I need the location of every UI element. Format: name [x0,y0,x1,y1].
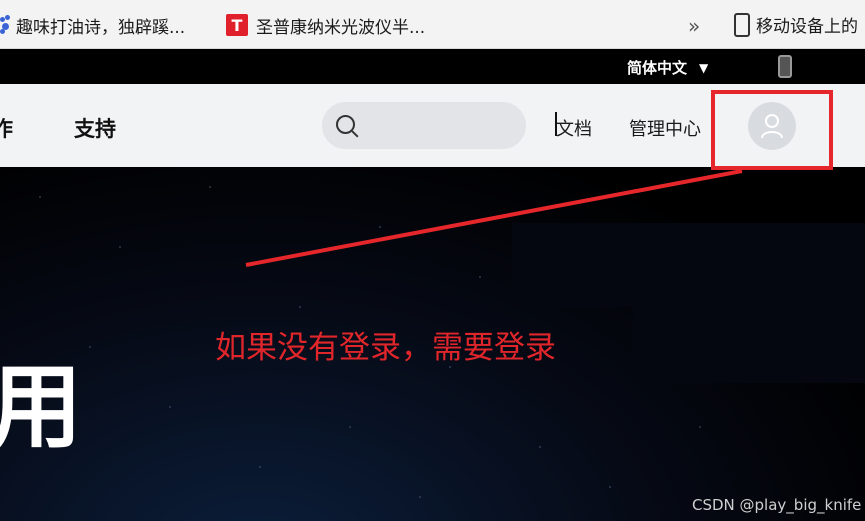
bookmark-item-2[interactable]: T 圣普康纳米光波仪半... [226,12,425,38]
top-bar: 简体中文 ▼ [0,49,865,84]
nav-item-support[interactable]: 支持 [74,113,116,143]
mobile-bookmarks-label: 移动设备上的 [756,17,858,37]
caret-down-icon: ▼ [699,60,709,75]
more-bookmarks-chevron-icon[interactable]: » [688,14,700,38]
mobile-bookmarks-button[interactable]: 移动设备上的 [734,12,858,37]
annotation-highlight-box [711,90,833,170]
t-logo-icon: T [226,14,248,36]
hero-panel [633,307,865,383]
mobile-icon[interactable] [778,55,792,78]
bookmark-label: 趣味打油诗，独辟蹊... [16,17,186,38]
search-input[interactable] [322,102,526,149]
bookmark-item-1[interactable]: 趣味打油诗，独辟蹊... [0,12,185,38]
nav-item-partial[interactable]: 作 [0,113,13,143]
bookmarks-bar: 趣味打油诗，独辟蹊... T 圣普康纳米光波仪半... » 移动设备上的 [0,0,865,49]
phone-icon [734,12,750,37]
nav-item-docs[interactable]: 文档 [556,115,592,141]
language-selector[interactable]: 简体中文 ▼ [627,57,708,78]
search-icon [336,115,355,134]
nav-item-management[interactable]: 管理中心 [629,115,701,141]
language-label: 简体中文 [627,59,688,77]
bookmark-label: 圣普康纳米光波仪半... [256,17,426,38]
hero-panel [512,223,865,307]
watermark: CSDN @play_big_knife [692,496,862,514]
hero-title: 用 [0,354,83,461]
annotation-text: 如果没有登录，需要登录 [215,330,556,366]
paw-icon [0,15,12,35]
